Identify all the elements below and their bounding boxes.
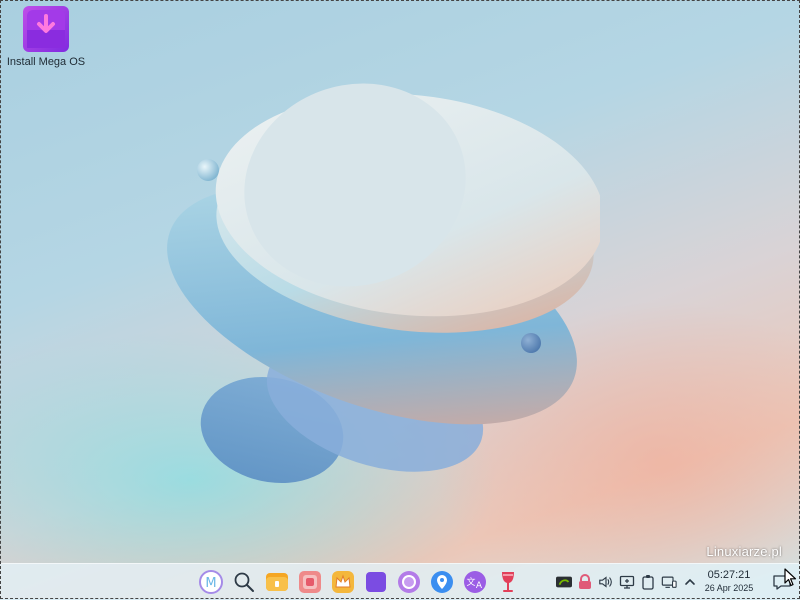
search-icon[interactable] — [231, 569, 257, 595]
svg-text:文: 文 — [466, 576, 475, 588]
mega-os-launcher-icon[interactable]: M — [198, 569, 224, 595]
volume-icon[interactable] — [598, 574, 614, 590]
app-r-icon[interactable] — [363, 569, 389, 595]
lock-icon[interactable] — [577, 574, 593, 590]
clipboard-icon[interactable] — [640, 574, 656, 590]
desktop[interactable]: Install Mega OS Linuxiarze.pl — [0, 0, 800, 563]
clock-date: 26 Apr 2025 — [704, 583, 754, 593]
software-store-icon[interactable] — [297, 569, 323, 595]
clock-time: 05:27:21 — [707, 569, 751, 581]
translate-icon[interactable]: 文 A — [462, 569, 488, 595]
taskbar: M 文 A 05:27:21 26 Apr 2025 — [0, 563, 800, 600]
wallpaper-artwork — [167, 83, 600, 484]
download-icon — [23, 6, 69, 52]
desktop-icon-label: Install Mega OS — [6, 56, 86, 68]
mouse-cursor-icon — [784, 568, 797, 587]
wine-icon[interactable] — [495, 569, 521, 595]
maps-icon[interactable] — [429, 569, 455, 595]
crown-app-icon[interactable] — [330, 569, 356, 595]
svg-text:A: A — [476, 581, 483, 591]
system-tray — [556, 570, 698, 594]
display-icon[interactable] — [619, 574, 635, 590]
ring-app-icon[interactable] — [396, 569, 422, 595]
file-manager-icon[interactable] — [264, 569, 290, 595]
svg-text:M: M — [205, 576, 216, 591]
dock: M 文 A — [198, 568, 521, 596]
watermark: Linuxiarze.pl — [706, 544, 782, 559]
clock[interactable]: 05:27:21 26 Apr 2025 — [696, 569, 762, 594]
nvidia-icon[interactable] — [556, 574, 572, 590]
install-mega-os-shortcut[interactable]: Install Mega OS — [6, 6, 86, 68]
screen-icon[interactable] — [661, 574, 677, 590]
